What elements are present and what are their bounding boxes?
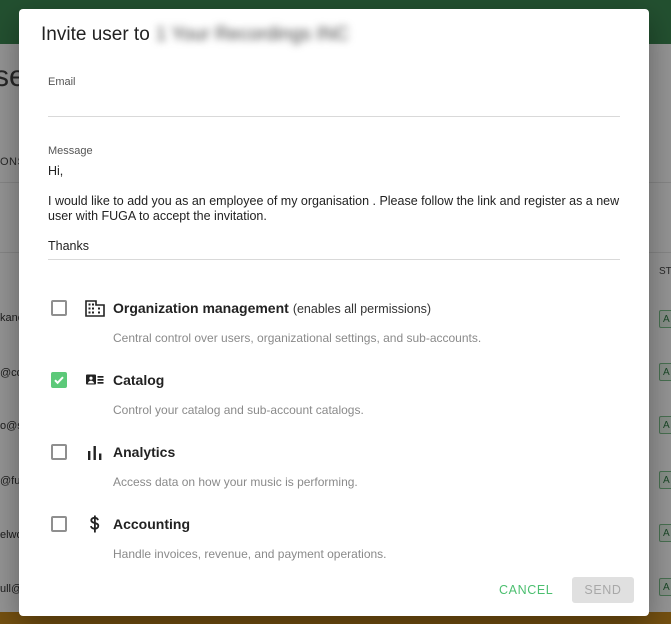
message-underline bbox=[48, 259, 620, 260]
dialog-title-text: Invite user to bbox=[41, 24, 150, 45]
organization-name: 1 Your Recordings INC bbox=[155, 24, 350, 45]
permission-title: Catalog bbox=[113, 372, 164, 388]
email-field[interactable] bbox=[48, 95, 620, 115]
permission-title-text: Catalog bbox=[113, 372, 165, 388]
message-field[interactable]: Hi, I would like to add you as an employ… bbox=[48, 164, 620, 256]
message-label: Message bbox=[48, 145, 93, 157]
check-icon bbox=[54, 376, 64, 385]
permission-description: Central control over users, organization… bbox=[113, 331, 482, 345]
permission-title: Accounting bbox=[113, 516, 190, 532]
bar-chart-icon bbox=[88, 446, 102, 460]
dialog-title: Invite user to 1 Your Recordings INC bbox=[41, 24, 349, 46]
permission-organization-management: Organization management (enables all perm… bbox=[19, 300, 649, 360]
building-icon bbox=[85, 300, 105, 317]
catalog-checkbox[interactable] bbox=[51, 372, 67, 388]
permission-title-text: Organization management bbox=[113, 300, 289, 316]
permission-analytics: Analytics Access data on how your music … bbox=[19, 444, 649, 504]
analytics-checkbox[interactable] bbox=[51, 444, 67, 460]
email-label: Email bbox=[48, 76, 76, 88]
permission-description: Handle invoices, revenue, and payment op… bbox=[113, 547, 387, 561]
catalog-card-icon bbox=[86, 374, 104, 385]
accounting-checkbox[interactable] bbox=[51, 516, 67, 532]
permission-note: (enables all permissions) bbox=[292, 302, 432, 316]
permission-title-text: Analytics bbox=[113, 444, 176, 460]
cancel-button[interactable]: CANCEL bbox=[493, 577, 557, 603]
permission-catalog: Catalog Control your catalog and sub-acc… bbox=[19, 372, 649, 432]
permission-description: Access data on how your music is perform… bbox=[113, 475, 358, 489]
email-underline bbox=[48, 116, 620, 117]
permission-title: Analytics bbox=[113, 444, 175, 460]
organization-management-checkbox[interactable] bbox=[51, 300, 67, 316]
invite-user-dialog: Invite user to 1 Your Recordings INC Emai… bbox=[19, 9, 649, 616]
permission-description: Control your catalog and sub-account cat… bbox=[113, 403, 364, 417]
permission-title-text: Accounting bbox=[113, 516, 190, 532]
dollar-icon bbox=[90, 515, 100, 533]
send-button[interactable]: SEND bbox=[572, 577, 634, 603]
permission-title: Organization management (enables all perm… bbox=[113, 300, 431, 316]
permission-accounting: Accounting Handle invoices, revenue, and… bbox=[19, 515, 649, 576]
